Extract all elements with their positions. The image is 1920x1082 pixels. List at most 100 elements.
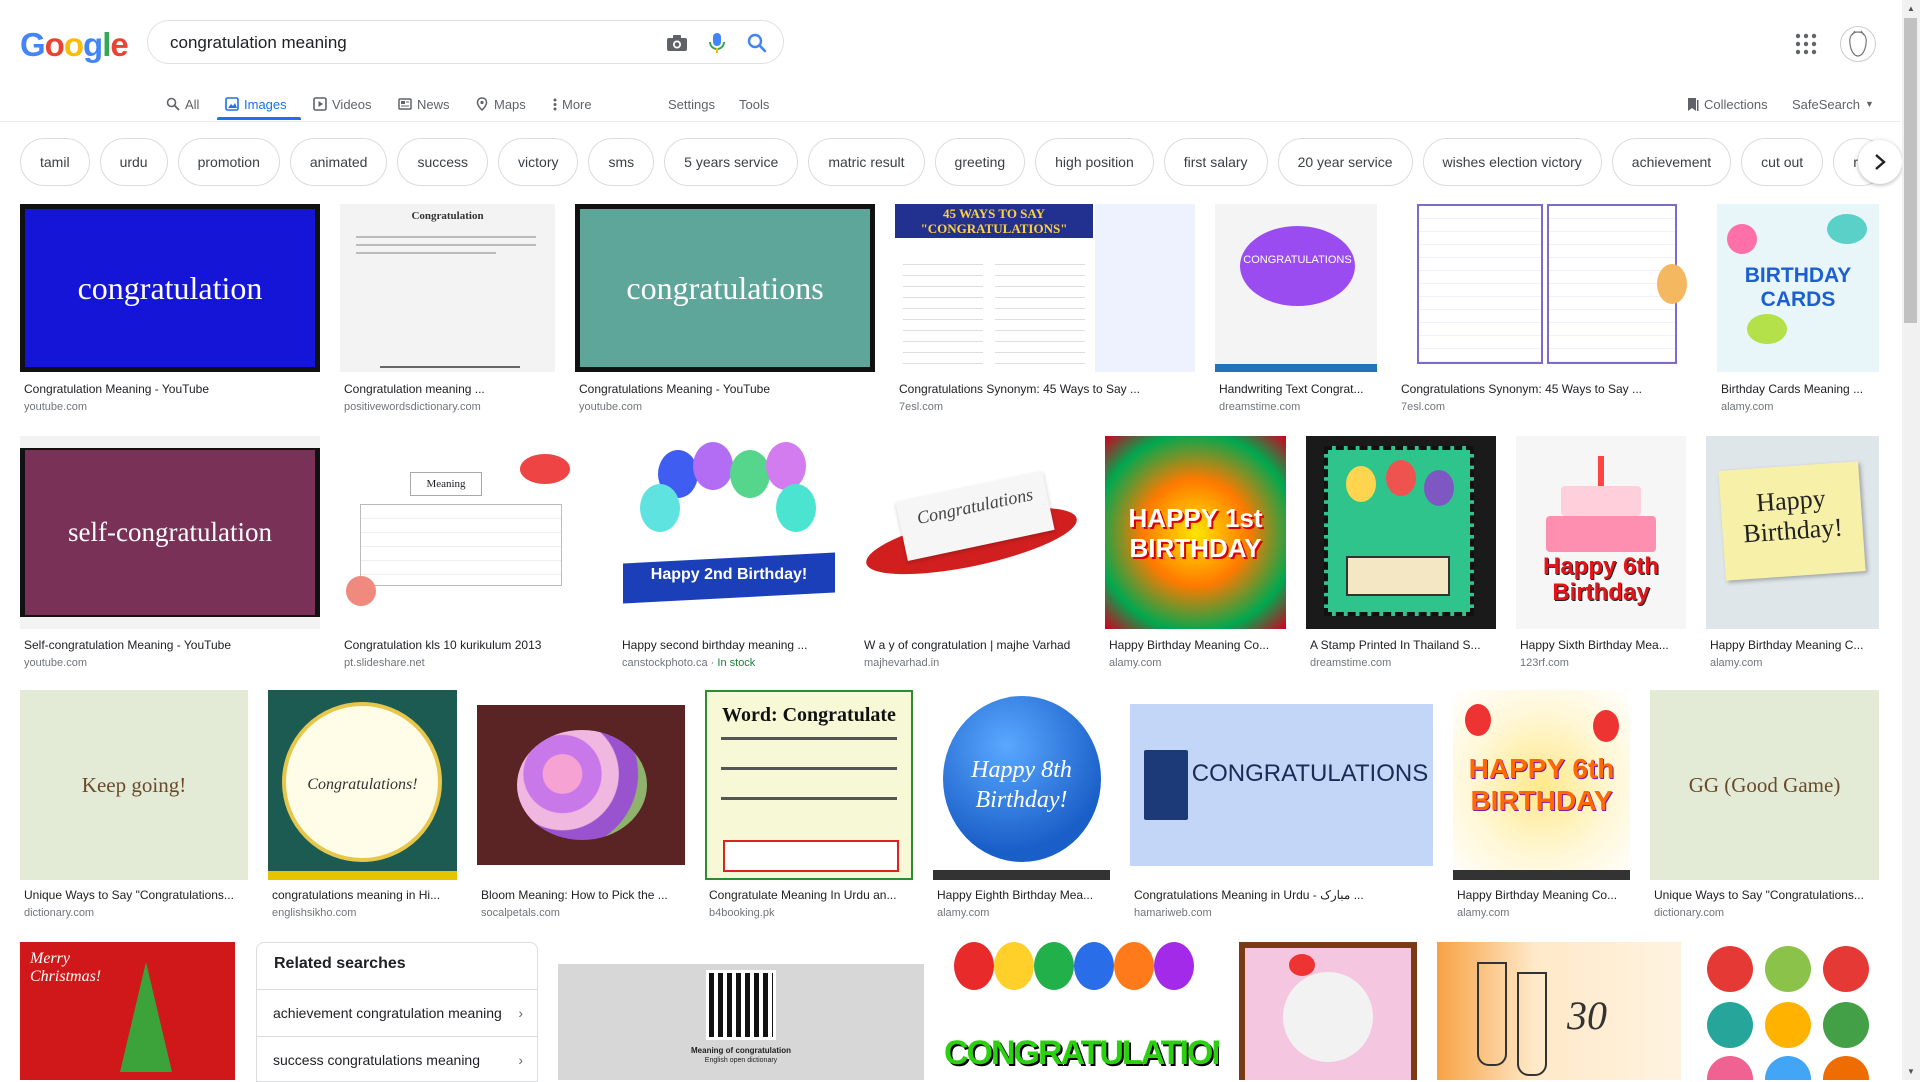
result-thumbnail bbox=[1701, 942, 1879, 1080]
thumbnail-text: Word: Congratulate bbox=[722, 704, 896, 726]
result-caption: Congratulation Meaning - YouTube bbox=[24, 382, 210, 396]
scrollbar-thumb[interactable] bbox=[1904, 18, 1917, 323]
chip[interactable]: first salary bbox=[1163, 138, 1268, 186]
thumbnail-text: HAPPY 6th BIRTHDAY bbox=[1468, 753, 1615, 816]
thumbnail-text: Congratulations! bbox=[307, 776, 418, 793]
result-thumbnail: GG (Good Game) bbox=[1650, 690, 1879, 880]
thumbnail-text: congratulations bbox=[626, 269, 824, 306]
tab-images[interactable]: Images bbox=[225, 97, 287, 112]
result-thumbnail: congratulations bbox=[575, 204, 875, 372]
logo-letter: o bbox=[63, 26, 84, 63]
scroll-up-arrow-icon[interactable]: ▲ bbox=[1902, 0, 1920, 17]
tab-label: Videos bbox=[332, 96, 372, 112]
result-source: 7esl.com bbox=[899, 401, 944, 413]
related-searches-panel: Related searches achievement congratulat… bbox=[256, 942, 538, 1082]
chip[interactable]: 5 years service bbox=[664, 138, 799, 186]
thumbnail-text: self-congratulation bbox=[68, 517, 272, 547]
result-caption: W a y of congratulation | majhe Varhad bbox=[864, 638, 1071, 652]
video-icon bbox=[313, 97, 327, 111]
tools-label: Tools bbox=[739, 96, 770, 112]
result-thumbnail: Happy 2nd Birthday! bbox=[618, 436, 840, 629]
search-input[interactable] bbox=[168, 30, 642, 56]
result-source: dictionary.com bbox=[1654, 907, 1725, 919]
more-vertical-icon bbox=[553, 98, 557, 110]
collections-label: Collections bbox=[1704, 96, 1768, 112]
news-icon bbox=[398, 98, 412, 110]
collections-link[interactable]: Collections bbox=[1686, 97, 1768, 112]
tools-link[interactable]: Tools bbox=[739, 97, 769, 112]
camera-icon[interactable] bbox=[665, 31, 689, 55]
result-source: positivewordsdictionary.com bbox=[344, 401, 481, 413]
thumbnail-text: Keep going! bbox=[81, 772, 187, 797]
microphone-icon[interactable] bbox=[705, 31, 729, 55]
chip[interactable]: sms bbox=[588, 138, 655, 186]
chips-next-button[interactable] bbox=[1858, 140, 1902, 184]
result-thumbnail: Happy 8th Birthday! bbox=[933, 690, 1110, 880]
thumbnail-text: HAPPY 1st BIRTHDAY bbox=[1128, 502, 1263, 563]
chip[interactable]: victory bbox=[498, 138, 579, 186]
result-source: canstockphoto.ca · In stock bbox=[622, 657, 756, 669]
chip[interactable]: urdu bbox=[99, 138, 168, 186]
avatar[interactable] bbox=[1840, 26, 1876, 62]
chip[interactable]: wishes election victory bbox=[1422, 138, 1602, 186]
result-source: 123rf.com bbox=[1520, 657, 1569, 669]
search-icon[interactable] bbox=[745, 31, 769, 55]
thumbnail-text: Congratulation bbox=[411, 210, 484, 222]
tab-videos[interactable]: Videos bbox=[313, 97, 372, 112]
safesearch-label: SafeSearch bbox=[1792, 96, 1860, 112]
google-logo[interactable]: Google bbox=[20, 26, 129, 64]
result-source: b4booking.pk bbox=[709, 907, 775, 919]
thumbnail-text: Meaning of congratulation bbox=[691, 1046, 791, 1055]
chip[interactable]: achievement bbox=[1611, 138, 1732, 186]
thumbnail-text: English open dictionary bbox=[704, 1057, 778, 1064]
image-icon bbox=[225, 97, 239, 111]
settings-label: Settings bbox=[668, 96, 715, 112]
result-source: youtube.com bbox=[24, 657, 87, 669]
map-pin-icon bbox=[476, 97, 488, 111]
tab-label: Maps bbox=[494, 96, 526, 112]
chip[interactable]: 20 year service bbox=[1277, 138, 1413, 186]
related-search-item[interactable]: achievement congratulation meaning › bbox=[257, 989, 537, 1035]
settings-link[interactable]: Settings bbox=[668, 97, 715, 112]
result-caption: Congratulation kls 10 kurikulum 2013 bbox=[344, 638, 542, 652]
chip[interactable]: promotion bbox=[177, 138, 280, 186]
tab-all[interactable]: All bbox=[166, 97, 199, 112]
chip[interactable]: matric result bbox=[808, 138, 925, 186]
result-thumbnail: congratulation bbox=[20, 204, 320, 372]
result-caption: Bloom Meaning: How to Pick the ... bbox=[481, 888, 668, 902]
chevron-right-icon: › bbox=[518, 1004, 523, 1021]
thumbnail-text: CONGRATULATIONS bbox=[944, 1034, 1219, 1072]
chip[interactable]: success bbox=[397, 138, 489, 186]
chip[interactable]: tamil bbox=[20, 138, 90, 186]
result-caption: Congratulations Meaning - YouTube bbox=[579, 382, 771, 396]
tab-label: Images bbox=[244, 96, 287, 112]
chip[interactable]: animated bbox=[289, 138, 388, 186]
thumbnail-text: Happy 2nd Birthday! bbox=[650, 566, 808, 583]
logo-letter: g bbox=[83, 26, 103, 63]
thumbnail-text: Merry Christmas! bbox=[30, 950, 102, 985]
chip[interactable]: greeting bbox=[934, 138, 1026, 186]
thumbnail-text: Happy Birthday! bbox=[1742, 483, 1844, 549]
thumbnail-text: BIRTHDAY CARDS bbox=[1744, 264, 1852, 311]
result-source: alamy.com bbox=[1109, 657, 1162, 669]
related-search-item[interactable]: success congratulations meaning › bbox=[257, 1036, 537, 1082]
logo-letter: e bbox=[110, 26, 128, 63]
qr-code-icon bbox=[706, 970, 776, 1040]
result-thumbnail: Meaning bbox=[340, 436, 599, 629]
chip[interactable]: cut out bbox=[1741, 138, 1824, 186]
result-thumbnail: self-congratulation bbox=[20, 436, 320, 629]
related-searches-title: Related searches bbox=[274, 955, 406, 972]
result-thumbnail: CONGRATULATIONS bbox=[944, 942, 1219, 1080]
scroll-down-arrow-icon[interactable]: ▼ bbox=[1902, 1063, 1920, 1080]
result-thumbnail: Word: Congratulate bbox=[705, 690, 913, 880]
thumbnail-text: GG (Good Game) bbox=[1688, 772, 1841, 797]
safesearch-dropdown[interactable]: SafeSearch ▼ bbox=[1792, 97, 1874, 112]
tab-more[interactable]: More bbox=[553, 97, 592, 112]
result-thumbnail: HAPPY 1st BIRTHDAY bbox=[1105, 436, 1286, 629]
result-source: dreamstime.com bbox=[1219, 401, 1301, 413]
tab-maps[interactable]: Maps bbox=[475, 97, 526, 112]
tab-news[interactable]: News bbox=[398, 97, 450, 112]
apps-grid-icon[interactable] bbox=[1795, 33, 1817, 55]
result-source: alamy.com bbox=[937, 907, 990, 919]
chip[interactable]: high position bbox=[1035, 138, 1154, 186]
